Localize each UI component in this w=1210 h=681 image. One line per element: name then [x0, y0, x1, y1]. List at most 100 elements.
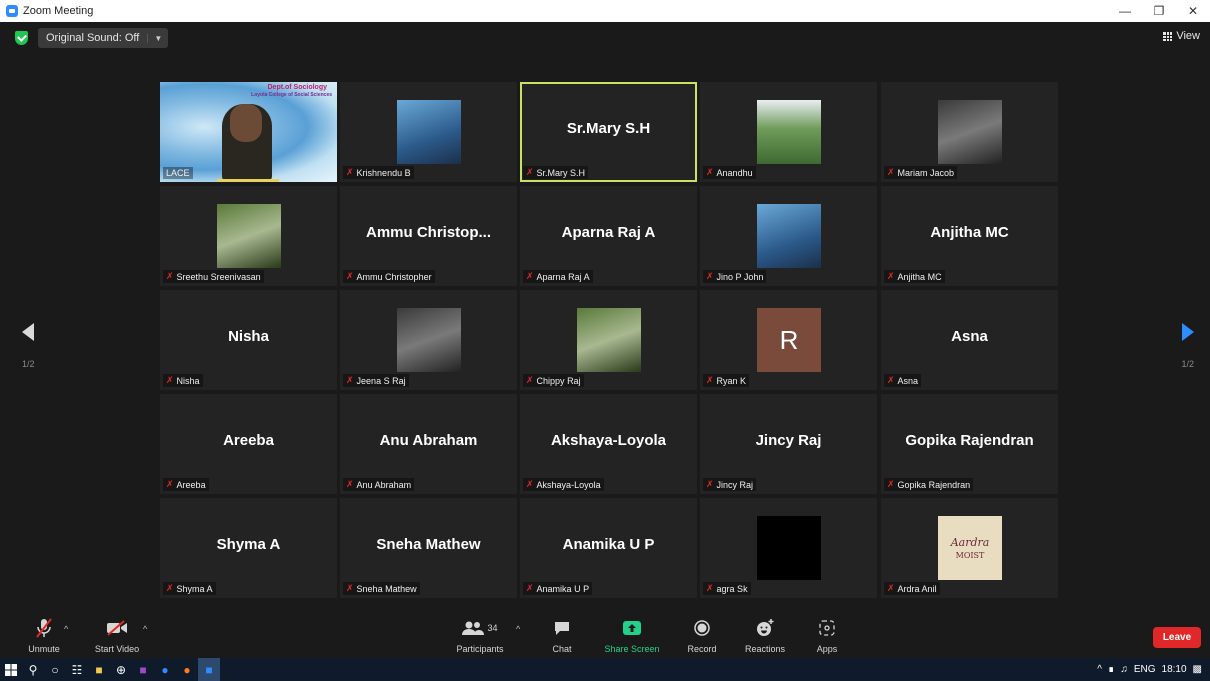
record-button[interactable]: Record	[684, 611, 720, 658]
participant-display-name: Aparna Raj A	[561, 224, 656, 241]
security-shield-icon[interactable]	[15, 31, 28, 45]
volume-icon[interactable]: ♫	[1120, 664, 1128, 675]
windows-taskbar: ⚲ ○ ☷ ■ ⊕ ■ ● ● ■ ^ ∎ ♫ ENG 18:10 ▩	[0, 658, 1210, 681]
muted-mic-icon: ✗	[526, 167, 534, 177]
participant-tile-lace[interactable]: Dept.of Sociology Loyola College of Socia…	[160, 82, 337, 182]
participant-tile-areeba[interactable]: Areeba ✗ Areeba	[160, 394, 337, 494]
reactions-button[interactable]: Reactions	[740, 611, 790, 658]
participant-tile-aparna-raj-a[interactable]: Aparna Raj A ✗ Aparna Raj A	[520, 186, 697, 286]
reactions-label: Reactions	[744, 644, 786, 654]
participant-tile-mariam-jacob[interactable]: ✗ Mariam Jacob	[881, 82, 1058, 182]
participant-tile-nisha[interactable]: Nisha ✗ Nisha	[160, 290, 337, 390]
muted-mic-icon: ✗	[526, 271, 534, 281]
participant-name-label: ✗ agra Sk	[703, 582, 751, 595]
participant-tile-chippy-raj[interactable]: ✗ Chippy Raj	[520, 290, 697, 390]
participant-name-label: ✗ Krishnendu B	[343, 166, 414, 179]
firefox-browser-icon[interactable]: ●	[176, 658, 198, 681]
next-page-arrow-icon[interactable]	[1182, 323, 1194, 341]
participant-name-label: ✗ Ammu Christopher	[343, 270, 435, 283]
profile-picture	[757, 204, 821, 268]
video-options-caret-icon[interactable]: ^	[143, 624, 147, 634]
chevron-down-icon[interactable]: ▼	[147, 33, 162, 43]
edge-browser-icon[interactable]: ⊕	[110, 658, 132, 681]
participant-tile-asna[interactable]: Asna ✗ Asna	[881, 290, 1058, 390]
muted-mic-icon: ✗	[706, 375, 714, 385]
view-button[interactable]: View	[1163, 30, 1200, 42]
close-button[interactable]: ✕	[1176, 0, 1210, 22]
task-view-icon[interactable]: ☷	[66, 658, 88, 681]
logo-subtext: MOIST	[955, 551, 985, 560]
cortana-icon[interactable]: ○	[44, 658, 66, 681]
language-indicator[interactable]: ENG	[1134, 664, 1156, 675]
minimize-button[interactable]: —	[1108, 0, 1142, 22]
participant-tile-ammu-christopher[interactable]: Ammu Christop... ✗ Ammu Christopher	[340, 186, 517, 286]
windows-start-icon[interactable]	[0, 658, 22, 681]
share-screen-button[interactable]: Share Screen	[602, 611, 662, 658]
profile-picture	[397, 308, 461, 372]
participant-tile-ardra-anil[interactable]: Aardra MOIST ✗ Ardra Anil	[881, 498, 1058, 598]
participant-display-name: Ammu Christop...	[365, 224, 491, 241]
profile-picture-logo: Aardra MOIST	[938, 516, 1002, 580]
leave-button[interactable]: Leave	[1153, 627, 1201, 648]
zoom-taskbar-icon[interactable]: ■	[198, 658, 220, 681]
audio-options-caret-icon[interactable]: ^	[64, 624, 68, 634]
muted-mic-icon: ✗	[887, 479, 895, 489]
participant-name-label: ✗ Sr.Mary S.H	[523, 166, 589, 179]
participant-tile-akshaya-loyola[interactable]: Akshaya-Loyola ✗ Akshaya-Loyola	[520, 394, 697, 494]
participant-name: Mariam Jacob	[897, 167, 955, 178]
apps-button[interactable]: Apps	[810, 611, 844, 658]
record-icon	[694, 617, 710, 639]
participant-tile-anamika-u-p[interactable]: Anamika U P ✗ Anamika U P	[520, 498, 697, 598]
share-screen-label: Share Screen	[604, 644, 660, 654]
chat-button[interactable]: Chat	[544, 611, 580, 658]
participant-display-name: Nisha	[228, 328, 269, 345]
participant-name-label: ✗ Aparna Raj A	[523, 270, 593, 283]
participants-button[interactable]: 34 Participants	[452, 611, 508, 658]
file-explorer-icon[interactable]: ■	[88, 658, 110, 681]
participant-name: Anandhu	[716, 167, 753, 178]
chevron-up-icon[interactable]: ^	[1097, 664, 1102, 675]
participant-tile-ryan-k[interactable]: R ✗ Ryan K	[700, 290, 877, 390]
original-sound-toggle[interactable]: Original Sound: Off ▼	[38, 28, 169, 48]
start-video-button[interactable]: Start Video	[91, 611, 143, 658]
logo-text: Aardra	[950, 536, 990, 549]
participant-tile-anjitha-mc[interactable]: Anjitha MC ✗ Anjitha MC	[881, 186, 1058, 286]
notifications-icon[interactable]: ▩	[1193, 664, 1202, 675]
participant-tile-shyma-a[interactable]: Shyma A ✗ Shyma A	[160, 498, 337, 598]
unmute-button[interactable]: Unmute	[24, 611, 64, 658]
onenote-icon[interactable]: ■	[132, 658, 154, 681]
participant-tile-sr-mary-s-h[interactable]: Sr.Mary S.H ✗ Sr.Mary S.H	[520, 82, 697, 182]
participant-tile-anu-abraham[interactable]: Anu Abraham ✗ Anu Abraham	[340, 394, 517, 494]
participant-tile-anandhu[interactable]: ✗ Anandhu	[700, 82, 877, 182]
participant-name-label: ✗ Chippy Raj	[523, 374, 584, 387]
participant-name: Anjitha MC	[897, 271, 942, 282]
participant-tile-sneha-mathew[interactable]: Sneha Mathew ✗ Sneha Mathew	[340, 498, 517, 598]
participant-tile-jincy-raj[interactable]: Jincy Raj ✗ Jincy Raj	[700, 394, 877, 494]
muted-mic-icon: ✗	[887, 167, 895, 177]
participant-name: Anu Abraham	[356, 479, 412, 490]
chrome-browser-icon[interactable]: ●	[154, 658, 176, 681]
participant-tile-krishnendu-b[interactable]: ✗ Krishnendu B	[340, 82, 517, 182]
participant-tile-jeena-s-raj[interactable]: ✗ Jeena S Raj	[340, 290, 517, 390]
participant-display-name: Akshaya-Loyola	[550, 432, 667, 449]
apps-icon	[819, 617, 835, 639]
participants-caret-icon[interactable]: ^	[516, 624, 520, 634]
profile-picture	[757, 516, 821, 580]
participant-name: Asna	[897, 375, 919, 386]
participant-name: Shyma A	[176, 583, 213, 594]
participant-display-name: Sr.Mary S.H	[566, 120, 651, 137]
original-sound-label: Original Sound: Off	[46, 32, 140, 44]
clock[interactable]: 18:10	[1162, 664, 1187, 675]
participant-name-label: ✗ Jeena S Raj	[343, 374, 409, 387]
search-icon[interactable]: ⚲	[22, 658, 44, 681]
muted-mic-icon: ✗	[887, 271, 895, 281]
participant-tile-sreethu-sreenivasan[interactable]: ✗ Sreethu Sreenivasan	[160, 186, 337, 286]
zoom-app-icon	[6, 5, 18, 17]
participant-tile-jino-p-john[interactable]: ✗ Jino P John	[700, 186, 877, 286]
network-icon[interactable]: ∎	[1108, 664, 1114, 675]
chat-label: Chat	[552, 644, 572, 654]
participant-tile-agra-sk[interactable]: ✗ agra Sk	[700, 498, 877, 598]
previous-page-arrow-icon[interactable]	[22, 323, 34, 341]
restore-button[interactable]: ❐	[1142, 0, 1176, 22]
participant-tile-gopika-rajendran[interactable]: Gopika Rajendran ✗ Gopika Rajendran	[881, 394, 1058, 494]
